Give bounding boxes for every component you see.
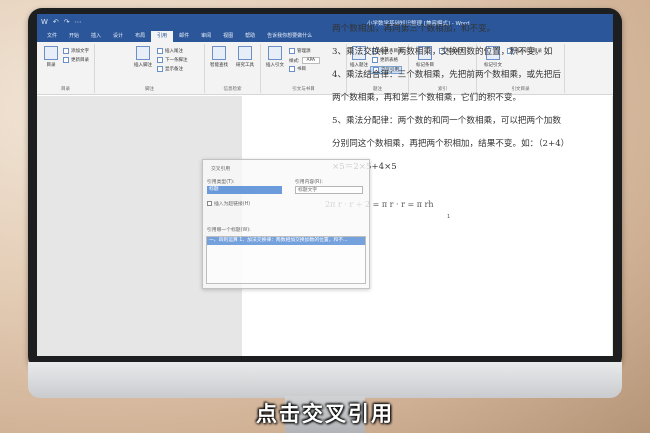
insert-footnote-button[interactable]: 插入脚注 xyxy=(131,46,155,68)
monitor-chin xyxy=(28,362,622,398)
tab-references[interactable]: 引用 xyxy=(151,31,174,42)
tab-file[interactable]: 文件 xyxy=(41,31,63,42)
insert-endnote-button[interactable]: 插入尾注 xyxy=(157,48,183,54)
update-icon xyxy=(63,57,69,63)
bibliography-icon xyxy=(289,66,295,72)
tell-me-search[interactable]: 告诉我你想要做什么 xyxy=(261,31,318,42)
ref-type-label: 引用类型(T): xyxy=(207,180,235,185)
tab-view[interactable]: 视图 xyxy=(217,31,239,42)
ref-content-select[interactable]: 标题文字 xyxy=(295,186,363,194)
tab-help[interactable]: 帮助 xyxy=(239,31,261,42)
document-line: 5、乘法分配律：两个数的和同一个数相乘，可以把两个加数 xyxy=(332,116,561,126)
ref-type-select[interactable]: 标题 xyxy=(207,186,282,194)
update-toc-button[interactable]: 更新目录 xyxy=(63,57,89,63)
add-text-icon xyxy=(63,48,69,54)
search-icon xyxy=(212,46,226,60)
list-item[interactable]: 一、四则运算 1、加法交换律：两数相加交换加数的位置，和不... xyxy=(207,237,365,245)
video-caption: 点击交叉引用 xyxy=(256,402,394,426)
bibliography-button[interactable]: 书目 xyxy=(289,66,306,72)
more-icon[interactable]: ⋯ xyxy=(75,18,82,26)
document-line: 4、乘法结合律：三个数相乘，先把前两个数相乘，或先把后 xyxy=(332,70,561,80)
citation-icon xyxy=(268,46,282,60)
heading-list[interactable]: 一、四则运算 1、加法交换律：两数相加交换加数的位置，和不... xyxy=(206,236,366,284)
tab-insert[interactable]: 插入 xyxy=(85,31,107,42)
checkbox-icon xyxy=(207,201,212,206)
footnote-icon xyxy=(136,46,150,60)
tab-review[interactable]: 审阅 xyxy=(195,31,217,42)
insert-citation-button[interactable]: 插入引文 xyxy=(263,46,287,68)
hyperlink-checkbox[interactable]: 插入为超链接(H) xyxy=(207,200,250,207)
document-line: 3、乘法交换律：两数相乘，交换因数的位置，积不变。如 xyxy=(332,47,553,57)
redo-icon[interactable]: ↷ xyxy=(64,18,70,26)
undo-icon[interactable]: ↶ xyxy=(53,18,59,26)
group-toc: 目录 添加文字 更新目录 目录 xyxy=(37,44,95,93)
show-notes-button[interactable]: 显示备注 xyxy=(157,66,183,72)
document-line: 两个数相加，再同第三个数相加，和不变。 xyxy=(332,24,496,34)
document-body[interactable]: 两个数相加，再同第三个数相加，和不变。 3、乘法交换律：两数相乘，交换因数的位置… xyxy=(332,18,612,179)
tab-home[interactable]: 开始 xyxy=(63,31,85,42)
page-number: 1 xyxy=(447,214,451,220)
word-window: W ↶ ↷ ⋯ 小学数学基础知识整理 [兼容模式] - Word 文件 开始 插… xyxy=(37,14,613,356)
document-line: 分别同这个数相乘，再把两个积相加，结果不变。如：（2+4） xyxy=(332,139,570,149)
cross-reference-dialog: 交叉引用 引用类型(T): 标题 引用内容(R): 标题文字 插入为超链接(H)… xyxy=(202,159,370,289)
tab-layout[interactable]: 布局 xyxy=(129,31,151,42)
toc-button[interactable]: 目录 xyxy=(39,46,63,68)
show-notes-icon xyxy=(157,66,163,72)
citation-style-select[interactable]: 样式: APA xyxy=(289,57,321,64)
tab-mailings[interactable]: 邮件 xyxy=(173,31,195,42)
manage-sources-icon xyxy=(289,48,295,54)
next-footnote-button[interactable]: 下一条脚注 xyxy=(157,57,188,63)
toc-icon xyxy=(44,46,58,60)
manage-sources-button[interactable]: 管理源 xyxy=(289,48,311,54)
smart-lookup-button[interactable]: 智能查找 xyxy=(207,46,231,68)
endnote-icon xyxy=(157,48,163,54)
group-footnotes: 插入脚注 插入尾注 下一条脚注 显示备注 脚注 xyxy=(95,44,205,93)
add-text-button[interactable]: 添加文字 xyxy=(63,48,89,54)
group-research: 智能查找 研究工具 信息检索 xyxy=(205,44,261,93)
document-line: ×5＝2×5+4×5 xyxy=(332,156,612,179)
ref-content-label: 引用内容(R): xyxy=(295,180,323,185)
monitor-bezel: W ↶ ↷ ⋯ 小学数学基础知识整理 [兼容模式] - Word 文件 开始 插… xyxy=(28,8,622,370)
for-which-label: 引用哪一个标题(W): xyxy=(207,228,251,233)
next-footnote-icon xyxy=(157,57,163,63)
document-line: 两个数相乘，再和第三个数相乘，它们的积不变。 xyxy=(332,93,522,103)
researcher-button[interactable]: 研究工具 xyxy=(233,46,257,68)
quick-access-toolbar: W ↶ ↷ ⋯ xyxy=(41,18,82,26)
tab-design[interactable]: 设计 xyxy=(107,31,129,42)
researcher-icon xyxy=(238,46,252,60)
dialog-title: 交叉引用 xyxy=(211,167,231,172)
word-logo-icon: W xyxy=(41,18,48,26)
